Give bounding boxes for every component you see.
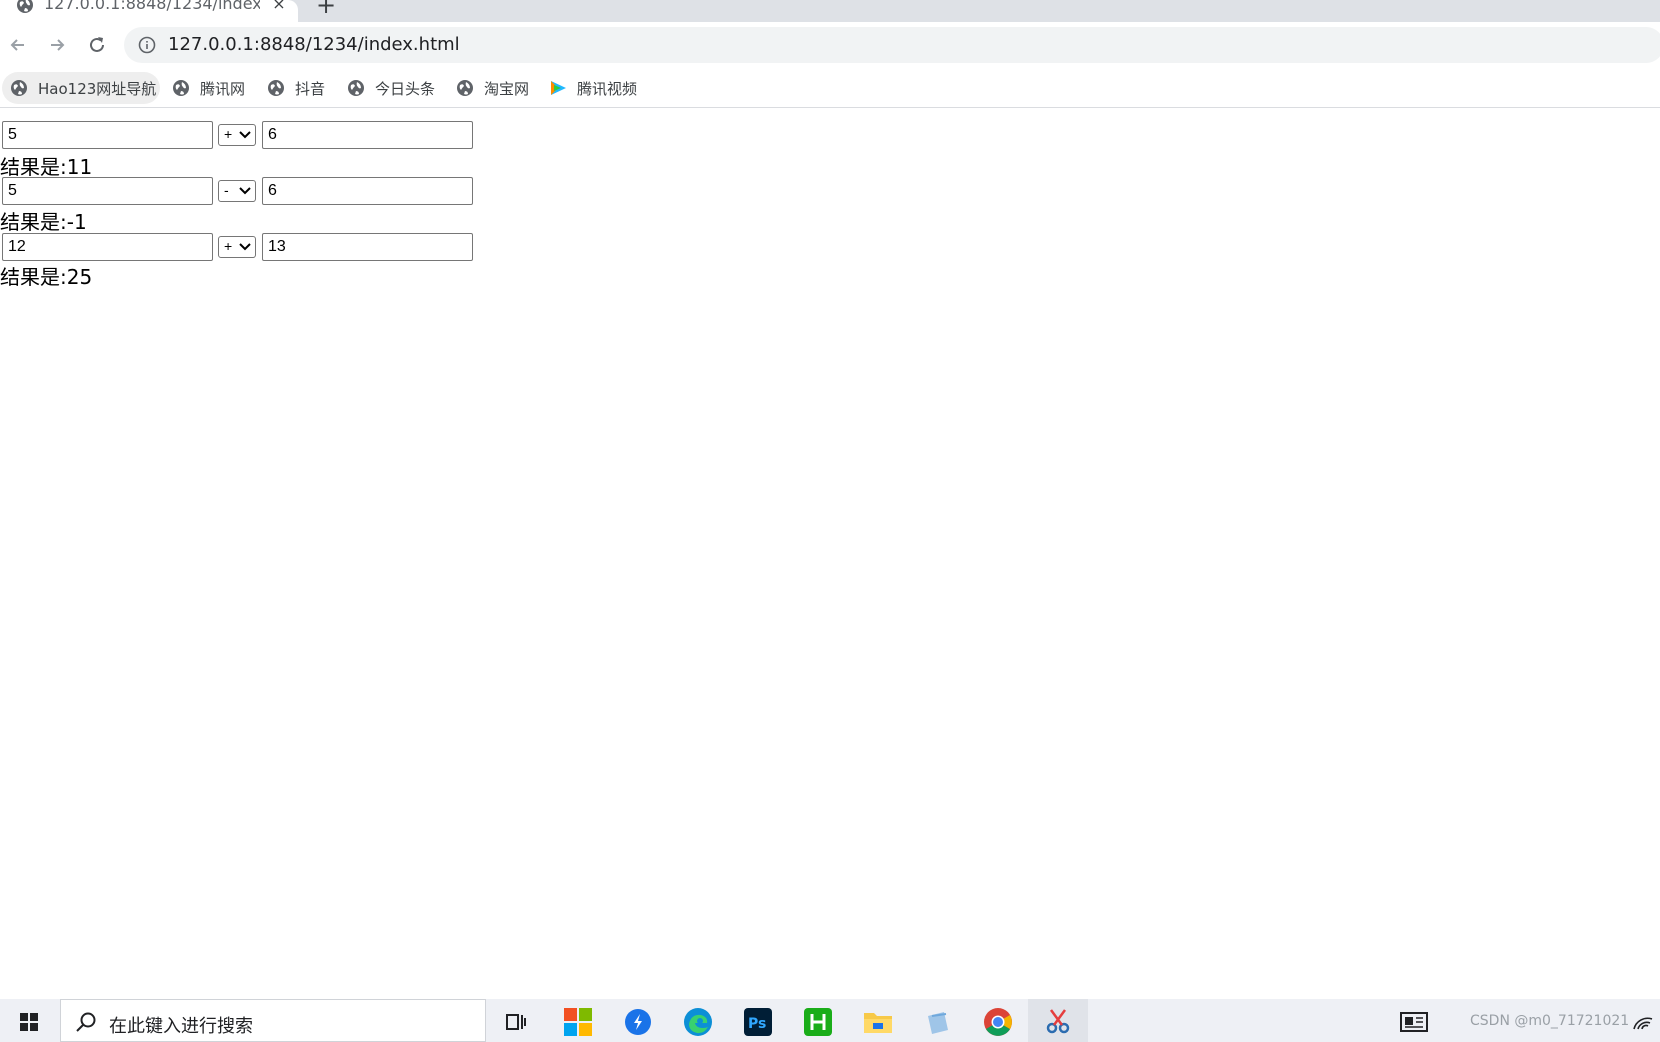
snipping-tool-app[interactable] — [1028, 999, 1088, 1042]
page-content: + 结果是:11 - 结果是:-1 + 结果是:25 — [0, 109, 1660, 999]
forward-button[interactable] — [44, 32, 70, 58]
operator-value: + — [224, 238, 233, 254]
arrow-left-icon — [10, 39, 24, 51]
notepad-icon — [928, 1012, 948, 1034]
tencent-video-icon — [551, 81, 566, 95]
calc-row-2: - — [0, 177, 480, 205]
operand-b-input[interactable] — [262, 121, 473, 149]
bookmark-taobao[interactable]: 淘宝网 — [448, 72, 529, 104]
windows-start-icon[interactable] — [20, 1013, 38, 1031]
browser-tab[interactable]: 127.0.0.1:8848/1234/index.html × — [0, 0, 298, 22]
operator-select[interactable]: + — [218, 124, 256, 146]
tab-strip: 127.0.0.1:8848/1234/index.html × + — [0, 0, 1660, 22]
bookmark-tencent-video[interactable]: 腾讯视频 — [541, 72, 637, 104]
operand-b-input[interactable] — [262, 233, 473, 261]
store-icon — [564, 1008, 592, 1036]
close-icon[interactable]: × — [270, 0, 288, 13]
globe-icon — [17, 0, 33, 13]
result-text: 结果是:25 — [0, 265, 93, 289]
info-icon[interactable] — [138, 36, 156, 54]
address-bar[interactable]: 127.0.0.1:8848/1234/index.html — [124, 27, 1660, 63]
photoshop-icon: Ps — [744, 1008, 772, 1036]
chevron-down-icon — [239, 131, 251, 139]
wifi-icon[interactable] — [1632, 1013, 1654, 1031]
operator-value: - — [224, 182, 229, 198]
arrow-right-icon — [51, 39, 65, 51]
chevron-down-icon — [239, 243, 251, 251]
bookmark-label: 抖音 — [295, 79, 326, 98]
app-blue-pin[interactable] — [623, 1007, 653, 1037]
bookmark-label: 腾讯视频 — [577, 79, 638, 98]
news-widget[interactable] — [1399, 1007, 1429, 1037]
task-view-icon — [506, 1014, 526, 1030]
globe-icon — [348, 80, 364, 96]
operator-select[interactable]: + — [218, 236, 256, 258]
back-button[interactable] — [5, 32, 31, 58]
folder-icon — [864, 1013, 892, 1033]
new-tab-button[interactable]: + — [314, 0, 338, 17]
bookmark-label: 腾讯网 — [200, 79, 246, 98]
chrome-icon — [984, 1008, 1012, 1036]
operand-a-input[interactable] — [2, 177, 213, 205]
hbuilder-icon — [804, 1008, 832, 1036]
task-view-button[interactable] — [501, 1007, 531, 1037]
photoshop-app[interactable]: Ps — [743, 1007, 773, 1037]
bookmark-hao123[interactable]: Hao123网址导航 — [2, 72, 160, 104]
operator-value: + — [224, 126, 233, 142]
pin-icon — [625, 1009, 651, 1035]
taskbar-search[interactable]: 在此键入进行搜索 — [60, 999, 486, 1042]
bookmark-douyin[interactable]: 抖音 — [259, 72, 325, 104]
svg-text:Ps: Ps — [748, 1016, 766, 1032]
bookmarks-bar: Hao123网址导航 腾讯网 抖音 今日头条 淘宝网 腾讯视频 — [0, 68, 1660, 108]
reload-icon — [90, 37, 104, 52]
taskbar: 在此键入进行搜索 Ps CSDN @m0_71721021 — [0, 999, 1660, 1042]
bookmark-label: 淘宝网 — [484, 79, 530, 98]
result-text: 结果是:-1 — [0, 210, 87, 234]
globe-icon — [457, 80, 473, 96]
chrome-app[interactable] — [983, 1007, 1013, 1037]
bookmark-toutiao[interactable]: 今日头条 — [339, 72, 435, 104]
edge-icon — [684, 1008, 712, 1036]
bookmark-label: Hao123网址导航 — [38, 79, 157, 98]
tab-title: 127.0.0.1:8848/1234/index.html — [44, 0, 260, 13]
browser-toolbar: 127.0.0.1:8848/1234/index.html — [0, 22, 1660, 68]
operand-a-input[interactable] — [2, 121, 213, 149]
notes-app[interactable] — [923, 1007, 953, 1037]
store-app[interactable] — [563, 1007, 593, 1037]
scissors-icon — [1046, 1008, 1070, 1033]
chevron-down-icon — [239, 187, 251, 195]
url-text: 127.0.0.1:8848/1234/index.html — [168, 34, 460, 55]
reload-button[interactable] — [84, 32, 110, 58]
globe-icon — [268, 80, 284, 96]
file-explorer-app[interactable] — [863, 1007, 893, 1037]
screen: 127.0.0.1:8848/1234/index.html × + — [0, 0, 1660, 1042]
operand-b-input[interactable] — [262, 177, 473, 205]
result-text: 结果是:11 — [0, 155, 93, 179]
news-icon — [1400, 1012, 1428, 1032]
calc-row-1: + — [0, 121, 480, 149]
hbuilder-app[interactable] — [803, 1007, 833, 1037]
bookmark-label: 今日头条 — [375, 79, 436, 98]
globe-icon — [173, 80, 189, 96]
edge-app[interactable] — [683, 1007, 713, 1037]
search-placeholder: 在此键入进行搜索 — [109, 1016, 253, 1037]
search-icon — [76, 1012, 96, 1032]
operand-a-input[interactable] — [2, 233, 213, 261]
globe-icon — [11, 80, 27, 96]
calc-row-3: + — [0, 233, 480, 261]
operator-select[interactable]: - — [218, 180, 256, 202]
bookmark-qq[interactable]: 腾讯网 — [164, 72, 245, 104]
tray-watermark: CSDN @m0_71721021 — [1470, 1013, 1630, 1029]
